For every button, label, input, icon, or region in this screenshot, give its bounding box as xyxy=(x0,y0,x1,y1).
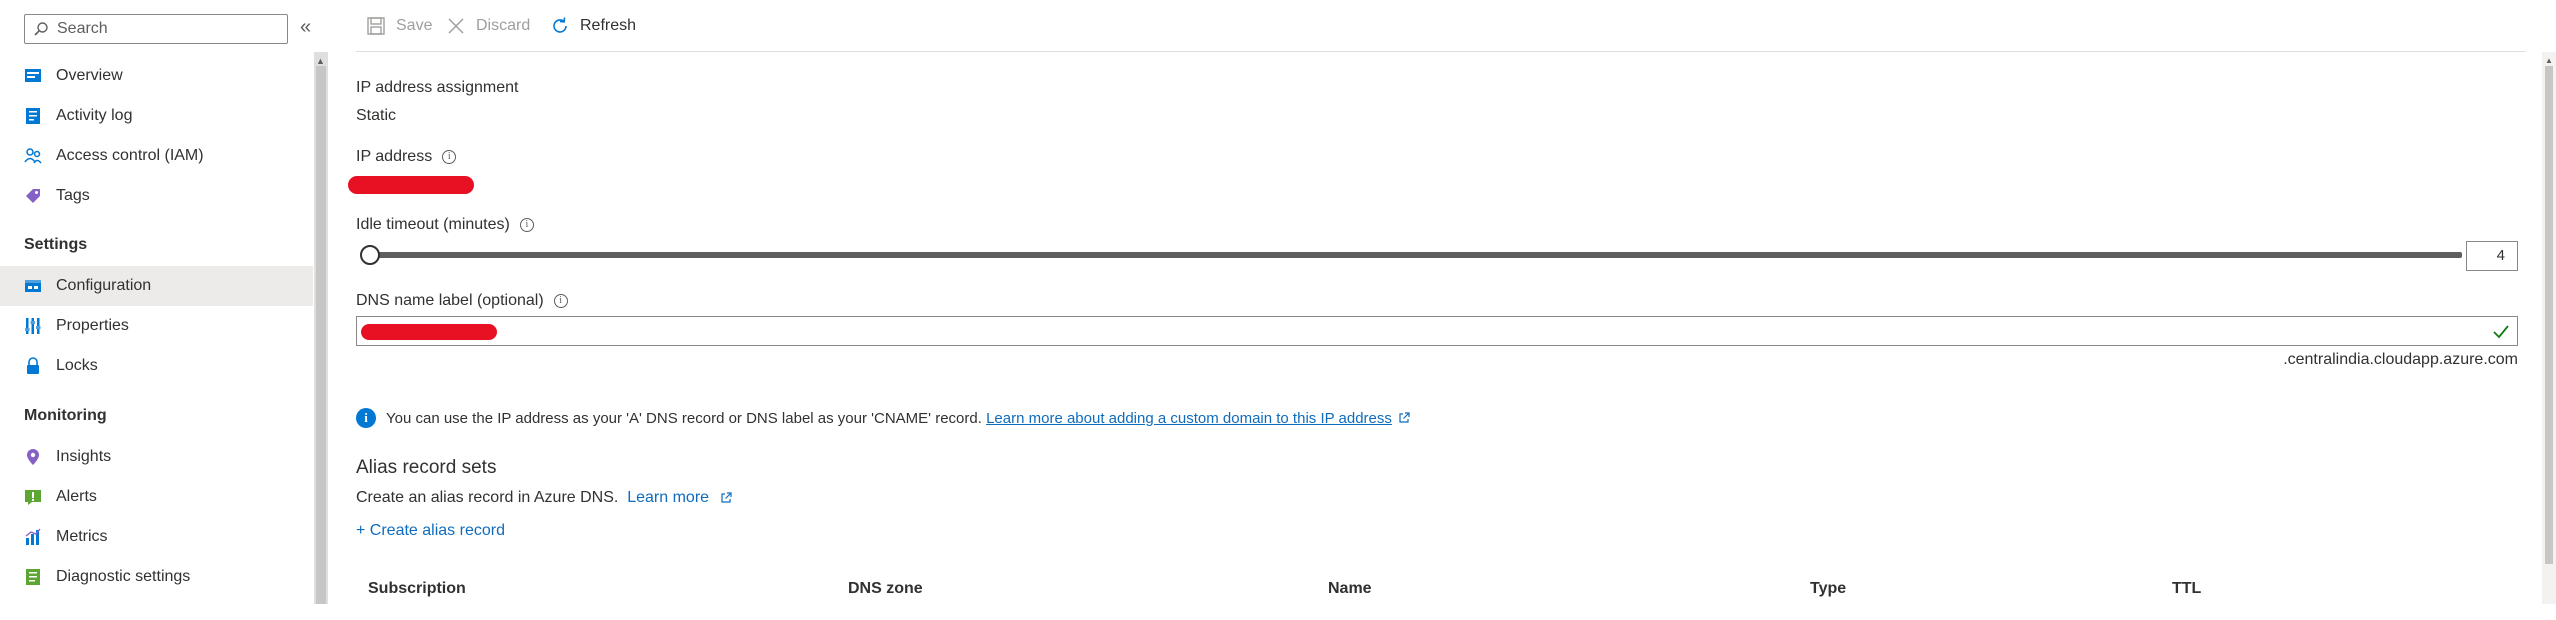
main-scrollbar[interactable]: ▲ xyxy=(2542,52,2556,604)
dns-suffix: .centralindia.cloudapp.azure.com xyxy=(2283,351,2518,368)
checkmark-icon xyxy=(2493,325,2509,339)
sidebar-item-properties[interactable]: Properties xyxy=(0,306,313,346)
settings-section-header: Settings xyxy=(24,236,88,253)
sidebar-item-label: Locks xyxy=(56,357,98,374)
resource-menu: « Overview Activity log Access control (… xyxy=(0,0,318,604)
alias-table-header: Subscription DNS zone Name Type TTL xyxy=(368,580,2518,620)
sidebar-item-label: Insights xyxy=(56,448,112,465)
save-icon xyxy=(367,17,385,35)
refresh-button[interactable]: Refresh xyxy=(550,16,636,36)
column-header-name[interactable]: Name xyxy=(1328,580,1372,598)
search-input[interactable] xyxy=(55,19,275,39)
column-header-subscription[interactable]: Subscription xyxy=(368,580,466,598)
command-bar: Save Discard Refresh xyxy=(356,0,2526,52)
info-text: You can use the IP address as your 'A' D… xyxy=(386,409,982,427)
sidebar-item-configuration[interactable]: Configuration xyxy=(0,266,313,306)
idle-timeout-input[interactable]: 4 xyxy=(2466,241,2518,271)
save-button[interactable]: Save xyxy=(366,16,432,36)
sidebar-item-label: Access control (IAM) xyxy=(56,147,204,164)
sidebar-item-overview[interactable]: Overview xyxy=(0,56,313,96)
alerts-icon xyxy=(24,488,42,506)
scroll-up-icon[interactable]: ▲ xyxy=(316,56,325,66)
configuration-icon xyxy=(24,277,42,295)
idle-timeout-slider-thumb[interactable] xyxy=(360,245,380,265)
sidebar-item-label: Metrics xyxy=(56,528,108,545)
info-icon[interactable]: i xyxy=(553,293,568,308)
ip-assignment-value: Static xyxy=(356,107,397,124)
ip-address-label: IP address xyxy=(356,148,433,165)
dns-label-row: DNS name label (optional) i xyxy=(356,292,568,310)
info-icon[interactable]: i xyxy=(442,149,457,164)
dns-label: DNS name label (optional) xyxy=(356,292,544,309)
save-label: Save xyxy=(396,17,433,34)
column-header-type[interactable]: Type xyxy=(1810,580,1846,598)
sidebar-item-diagnostic-settings[interactable]: Diagnostic settings xyxy=(0,557,313,597)
external-link-icon xyxy=(720,492,732,503)
column-header-ttl[interactable]: TTL xyxy=(2172,580,2201,598)
insights-icon xyxy=(24,448,42,466)
info-icon[interactable]: i xyxy=(519,217,534,232)
column-header-dns-zone[interactable]: DNS zone xyxy=(848,580,923,598)
idle-timeout-label: Idle timeout (minutes) xyxy=(356,216,510,233)
close-icon xyxy=(448,18,464,34)
monitoring-section-header: Monitoring xyxy=(24,407,107,424)
main-scrollbar-thumb[interactable] xyxy=(2545,66,2553,564)
iam-icon xyxy=(24,147,42,165)
sidebar-item-tags[interactable]: Tags xyxy=(0,176,313,216)
refresh-icon xyxy=(553,17,567,33)
custom-domain-link[interactable]: Learn more about adding a custom domain … xyxy=(986,410,1392,427)
refresh-label: Refresh xyxy=(580,17,637,34)
sidebar-item-metrics[interactable]: Metrics xyxy=(0,517,313,557)
discard-button[interactable]: Discard xyxy=(446,16,530,36)
alias-description: Create an alias record in Azure DNS. xyxy=(356,489,619,506)
idle-timeout-label-row: Idle timeout (minutes) i xyxy=(356,216,534,234)
ip-address-label-row: IP address i xyxy=(356,148,457,166)
tag-icon xyxy=(24,187,42,205)
sidebar-item-label: Activity log xyxy=(56,107,133,124)
overview-icon xyxy=(24,67,42,85)
search-box[interactable] xyxy=(24,14,288,44)
sidebar-item-insights[interactable]: Insights xyxy=(0,437,313,477)
metrics-icon xyxy=(24,528,42,546)
sidebar-item-label: Overview xyxy=(56,67,123,84)
scroll-up-icon[interactable]: ▲ xyxy=(2545,56,2553,65)
search-icon xyxy=(34,22,48,36)
sidebar-item-alerts[interactable]: Alerts xyxy=(0,477,313,517)
discard-label: Discard xyxy=(476,17,531,34)
redacted-ip-address xyxy=(348,176,474,194)
alias-record-sets-title: Alias record sets xyxy=(356,457,497,478)
sidebar-item-label: Tags xyxy=(56,187,90,204)
sidebar-item-label: Alerts xyxy=(56,488,97,505)
sidebar-item-label: Properties xyxy=(56,317,129,334)
alias-description-row: Create an alias record in Azure DNS. Lea… xyxy=(356,489,732,507)
sidebar-scrollbar[interactable] xyxy=(314,52,328,604)
sidebar-item-label: Diagnostic settings xyxy=(56,568,191,585)
sidebar-item-label: Configuration xyxy=(56,277,152,294)
info-icon: i xyxy=(356,408,376,428)
activity-log-icon xyxy=(24,107,42,125)
sidebar-item-activity-log[interactable]: Activity log xyxy=(0,96,313,136)
idle-timeout-slider-track[interactable] xyxy=(368,252,2462,258)
sidebar-scrollbar-thumb[interactable] xyxy=(316,66,326,604)
ip-assignment-label: IP address assignment xyxy=(356,79,519,96)
diagnostic-settings-icon xyxy=(24,568,42,586)
external-link-icon xyxy=(1399,412,1410,423)
learn-more-link[interactable]: Learn more xyxy=(627,489,709,506)
create-alias-record-button[interactable]: + Create alias record xyxy=(356,522,505,540)
sidebar-item-access-control[interactable]: Access control (IAM) xyxy=(0,136,313,176)
lock-icon xyxy=(24,357,42,375)
collapse-menu-icon[interactable]: « xyxy=(300,16,311,39)
configuration-form: IP address assignment Static IP address i… xyxy=(348,52,2526,604)
redacted-dns-value xyxy=(361,324,497,340)
properties-icon xyxy=(24,317,42,335)
dns-name-input[interactable] xyxy=(356,316,2518,346)
sidebar-item-locks[interactable]: Locks xyxy=(0,346,313,386)
info-message: i You can use the IP address as your 'A'… xyxy=(356,408,1410,428)
